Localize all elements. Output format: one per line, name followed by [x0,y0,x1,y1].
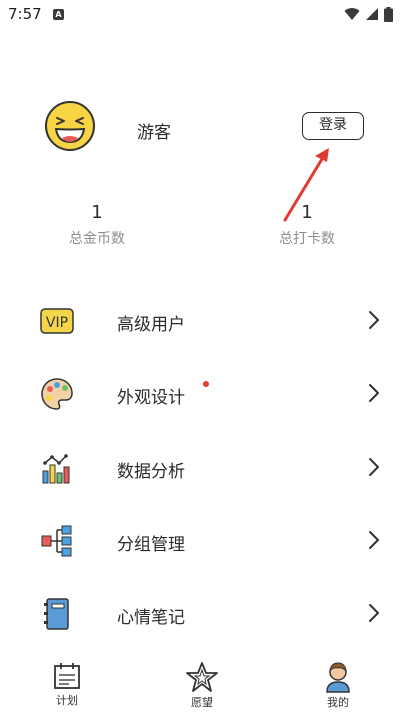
status-bar: 7:57 A [0,0,405,28]
login-button[interactable]: 登录 [302,112,364,140]
menu-label-mood-notes: 心情笔记 [117,608,185,628]
menu-item-groups[interactable]: 分组管理 [0,510,405,570]
calendar-icon [54,663,80,689]
checkins-label: 总打卡数 [279,231,335,247]
tab-plan[interactable]: 计划 [37,661,97,708]
star-icon [186,662,218,692]
coins-value: 1 [91,202,103,223]
checkins-value: 1 [301,202,313,223]
chevron-right-icon [369,604,379,622]
chevron-right-icon [369,384,379,402]
menu-item-appearance[interactable]: 外观设计 [0,363,405,423]
hierarchy-icon [41,525,72,557]
tab-label-mine: 我的 [327,696,349,709]
bar-chart-icon [42,454,70,484]
chevron-right-icon [369,311,379,329]
status-time: 7:57 [8,5,42,23]
vip-icon: VIP [40,308,74,334]
menu-label-vip: 高级用户 [117,315,185,335]
bottom-tab-bar: 计划 愿望 我的 [0,655,405,720]
chevron-right-icon [369,458,379,476]
menu-label-analytics: 数据分析 [117,462,185,482]
menu-item-analytics[interactable]: 数据分析 [0,437,405,497]
chevron-right-icon [369,531,379,549]
notebook-icon [44,598,69,630]
coins-stat: 1 总金币数 [37,202,157,248]
new-badge-dot [203,381,209,387]
tab-label-plan: 计划 [56,694,78,707]
tab-mine[interactable]: 我的 [308,661,368,710]
battery-icon [384,6,393,22]
checkins-stat: 1 总打卡数 [247,202,367,248]
signal-icon [366,8,378,20]
menu-item-vip[interactable]: VIP 高级用户 [0,290,405,350]
wifi-icon [344,8,360,20]
coins-label: 总金币数 [69,231,125,247]
palette-icon [41,378,73,410]
tab-wish[interactable]: 愿望 [172,661,232,710]
user-icon [326,662,350,693]
svg-text:VIP: VIP [46,315,68,331]
tab-label-wish: 愿望 [191,696,213,709]
menu-label-appearance: 外观设计 [117,388,185,408]
laughing-face-avatar-icon [45,101,95,151]
menu-item-mood-notes[interactable]: 心情笔记 [0,583,405,643]
username: 游客 [137,123,171,143]
app-notification-icon: A [53,9,64,20]
status-indicators [344,6,393,22]
menu-label-groups: 分组管理 [117,535,185,555]
